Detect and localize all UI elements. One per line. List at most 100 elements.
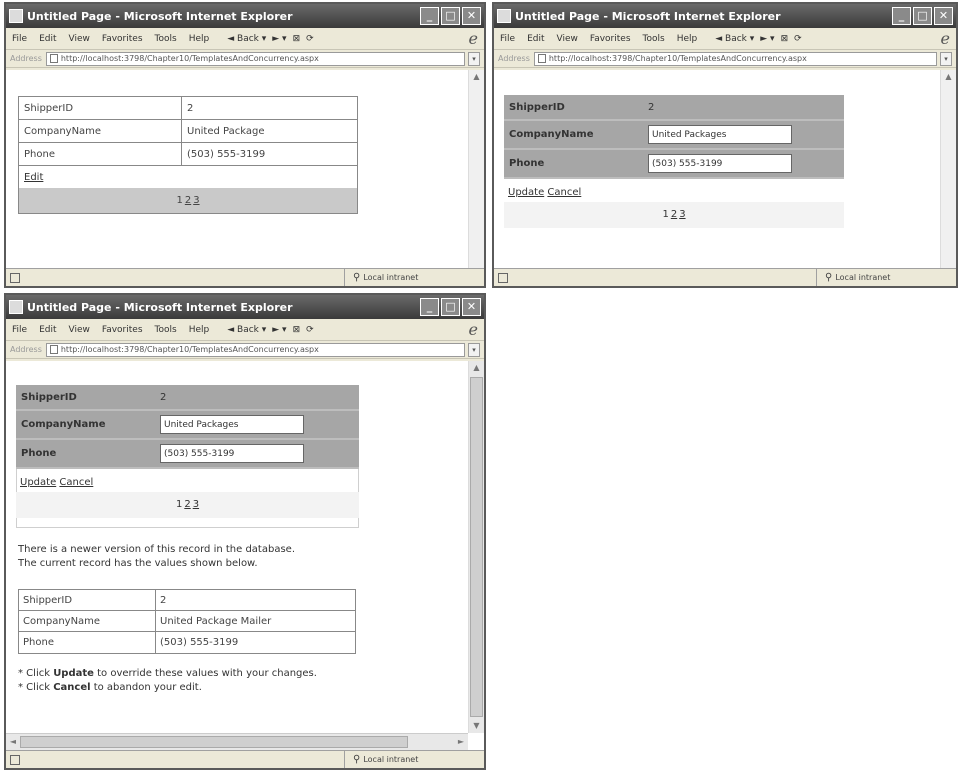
table-row: CompanyName United Package — [19, 120, 357, 143]
stop-icon[interactable]: ⊠ — [781, 34, 789, 44]
maximize-button[interactable]: □ — [441, 7, 460, 25]
cancel-link[interactable]: Cancel — [59, 477, 93, 488]
address-dropdown-button[interactable]: ▾ — [940, 51, 952, 66]
vertical-scrollbar[interactable]: ▲ ▼ — [468, 361, 484, 733]
menu-tools[interactable]: Tools — [155, 325, 177, 335]
instruction-text: * Click — [18, 682, 54, 693]
pager-page-2[interactable]: 2 — [185, 195, 191, 206]
refresh-icon[interactable]: ⟳ — [306, 325, 314, 335]
title-bar[interactable]: Untitled Page - Microsoft Internet Explo… — [494, 4, 956, 28]
scroll-up-icon[interactable]: ▲ — [469, 70, 484, 84]
phone-input[interactable] — [648, 154, 792, 173]
company-name-input[interactable] — [160, 415, 304, 434]
title-bar[interactable]: Untitled Page - Microsoft Internet Explo… — [6, 4, 484, 28]
back-button[interactable]: ◄ Back ▾ — [715, 34, 754, 44]
close-button[interactable]: ✕ — [934, 7, 953, 25]
menu-help[interactable]: Help — [189, 325, 210, 335]
menu-file[interactable]: File — [12, 325, 27, 335]
ie-page-icon — [497, 9, 511, 23]
field-value: United Package — [187, 125, 265, 137]
update-link[interactable]: Update — [20, 477, 56, 488]
address-dropdown-button[interactable]: ▾ — [468, 342, 480, 357]
menu-edit[interactable]: Edit — [39, 325, 56, 335]
ie-page-icon — [9, 9, 23, 23]
minimize-button[interactable]: _ — [892, 7, 911, 25]
address-input[interactable]: http://localhost:3798/Chapter10/Template… — [45, 51, 465, 66]
page-icon — [537, 54, 546, 63]
menu-tools[interactable]: Tools — [155, 34, 177, 44]
pager-page-2[interactable]: 2 — [184, 499, 190, 510]
scroll-down-icon[interactable]: ▼ — [469, 719, 484, 733]
forward-arrow-icon: ► — [272, 33, 280, 44]
close-button[interactable]: ✕ — [462, 298, 481, 316]
menu-help[interactable]: Help — [677, 34, 698, 44]
forward-button[interactable]: ► ▾ — [272, 325, 286, 335]
menu-file[interactable]: File — [12, 34, 27, 44]
scroll-thumb[interactable] — [20, 736, 408, 748]
cancel-link[interactable]: Cancel — [547, 187, 581, 198]
menu-view[interactable]: View — [557, 34, 578, 44]
zone-label: Local intranet — [835, 273, 891, 282]
minimize-button[interactable]: _ — [420, 7, 439, 25]
pager-page-2[interactable]: 2 — [671, 209, 677, 220]
pager-page-3[interactable]: 3 — [679, 209, 685, 220]
title-bar[interactable]: Untitled Page - Microsoft Internet Explo… — [6, 295, 484, 319]
page-icon — [49, 345, 58, 354]
edit-link[interactable]: Edit — [24, 172, 43, 183]
address-input[interactable]: http://localhost:3798/Chapter10/Template… — [533, 51, 937, 66]
address-dropdown-button[interactable]: ▾ — [468, 51, 480, 66]
forward-button[interactable]: ► ▾ — [760, 34, 774, 44]
menu-view[interactable]: View — [69, 325, 90, 335]
stop-icon[interactable]: ⊠ — [293, 34, 301, 44]
pager-page-3[interactable]: 3 — [193, 499, 199, 510]
table-row: CompanyName — [16, 411, 359, 440]
update-link[interactable]: Update — [508, 187, 544, 198]
vertical-scrollbar[interactable]: ▲ — [468, 70, 484, 268]
refresh-icon[interactable]: ⟳ — [794, 34, 802, 44]
refresh-icon[interactable]: ⟳ — [306, 34, 314, 44]
menu-edit[interactable]: Edit — [39, 34, 56, 44]
edit-grid: ShipperID 2 CompanyName Phone — [16, 385, 359, 469]
maximize-button[interactable]: □ — [441, 298, 460, 316]
menu-file[interactable]: File — [500, 34, 515, 44]
menu-view[interactable]: View — [69, 34, 90, 44]
field-label: CompanyName — [509, 129, 594, 140]
menu-favorites[interactable]: Favorites — [102, 34, 143, 44]
company-name-input[interactable] — [648, 125, 792, 144]
pager: 123 — [16, 492, 359, 518]
close-button[interactable]: ✕ — [462, 7, 481, 25]
instruction-keyword: Cancel — [53, 682, 91, 693]
instruction-text: to override these values with your chang… — [93, 668, 317, 679]
instruction-text: * Click — [18, 668, 54, 679]
page-done-icon — [498, 272, 508, 283]
menu-favorites[interactable]: Favorites — [102, 325, 143, 335]
back-arrow-icon: ◄ — [227, 324, 235, 335]
phone-input[interactable] — [160, 444, 304, 463]
menu-tools[interactable]: Tools — [643, 34, 665, 44]
forward-button[interactable]: ► ▾ — [272, 34, 286, 44]
scroll-thumb[interactable] — [470, 377, 483, 717]
field-label: CompanyName — [19, 611, 156, 631]
back-button-label: Back — [237, 33, 259, 44]
field-label: CompanyName — [19, 120, 182, 142]
instruction-keyword: Update — [53, 668, 94, 679]
pager-page-3[interactable]: 3 — [193, 195, 199, 206]
menu-favorites[interactable]: Favorites — [590, 34, 631, 44]
back-arrow-icon: ◄ — [715, 33, 723, 44]
minimize-button[interactable]: _ — [420, 298, 439, 316]
back-button[interactable]: ◄ Back ▾ — [227, 34, 266, 44]
back-button[interactable]: ◄ Back ▾ — [227, 325, 266, 335]
scroll-left-icon[interactable]: ◄ — [6, 734, 20, 749]
menu-help[interactable]: Help — [189, 34, 210, 44]
menu-edit[interactable]: Edit — [527, 34, 544, 44]
vertical-scrollbar[interactable]: ▲ — [940, 70, 956, 268]
stop-icon[interactable]: ⊠ — [293, 325, 301, 335]
horizontal-scrollbar[interactable]: ◄ ► — [6, 733, 468, 750]
database-values-table: ShipperID 2 CompanyName United Package M… — [18, 589, 356, 654]
scroll-up-icon[interactable]: ▲ — [941, 70, 956, 84]
pager-page-1: 1 — [662, 209, 669, 220]
scroll-right-icon[interactable]: ► — [454, 734, 468, 749]
maximize-button[interactable]: □ — [913, 7, 932, 25]
scroll-up-icon[interactable]: ▲ — [469, 361, 484, 375]
address-input[interactable]: http://localhost:3798/Chapter10/Template… — [45, 342, 465, 357]
